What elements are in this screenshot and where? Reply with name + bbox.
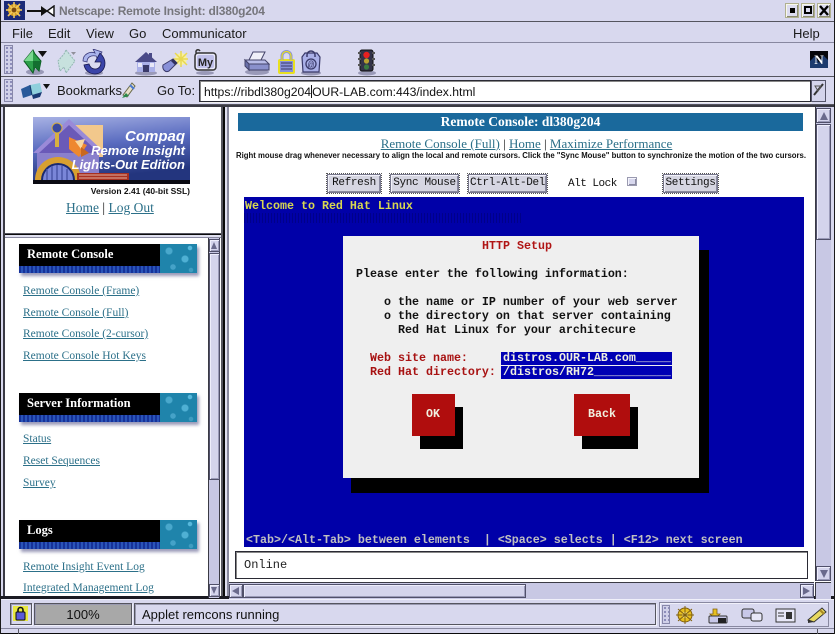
svg-text:@: @ bbox=[308, 60, 314, 72]
svg-text:Remote Insight: Remote Insight bbox=[91, 143, 186, 158]
svg-text:Lights-Out Edition: Lights-Out Edition bbox=[72, 157, 185, 172]
svg-text:N: N bbox=[814, 52, 824, 67]
svg-text:My: My bbox=[198, 57, 214, 69]
